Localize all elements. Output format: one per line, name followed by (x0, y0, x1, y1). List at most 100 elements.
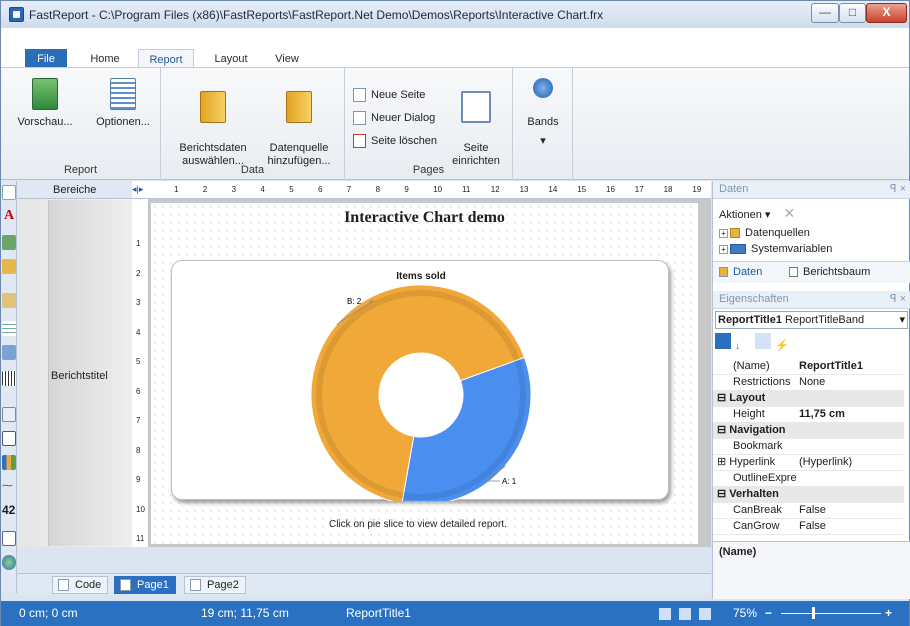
cellular-text-tool-icon[interactable] (2, 531, 16, 546)
ruler-mark: 5 (136, 357, 141, 366)
checkbox-tool-icon[interactable] (2, 431, 16, 446)
preview-button[interactable]: Vorschau... (13, 78, 77, 129)
delete-page-label: Seite löschen (371, 135, 438, 147)
page-setup-button[interactable]: Seite einrichten (445, 78, 507, 168)
ruler-toggle-icon[interactable]: ◂|▸ (132, 184, 143, 195)
tab-page2-label: Page2 (207, 579, 239, 591)
text-tool-icon[interactable]: A (2, 209, 16, 224)
pointer-tool-icon[interactable] (2, 185, 16, 200)
band-report-title[interactable]: Berichtstitel (48, 200, 132, 546)
zoom-out-button[interactable]: − (765, 606, 772, 620)
property-row[interactable]: Height 11,75 cm (713, 407, 904, 423)
view-grid-icon[interactable] (699, 608, 711, 620)
property-value[interactable]: None (799, 375, 825, 390)
bands-dropdown-arrow[interactable]: ▾ (521, 135, 565, 148)
report-hint-text[interactable]: Click on pie slice to view detailed repo… (329, 519, 507, 530)
vertical-ruler: 1 2 3 4 5 6 7 8 9 10 11 (132, 199, 149, 547)
tab-report-tree[interactable]: Berichtsbaum (789, 266, 870, 278)
pie-chart[interactable]: A: 1 B: 2 (172, 261, 670, 501)
delete-icon[interactable]: ✕ (783, 205, 795, 221)
bands-icon (533, 78, 553, 98)
cursor-position: 0 cm; 0 cm (19, 606, 78, 620)
property-row[interactable]: (Name) ReportTitle1 (713, 359, 904, 375)
options-button[interactable]: Optionen... (89, 78, 157, 129)
tab-code-label: Code (75, 579, 102, 591)
property-key: Bookmark (733, 440, 783, 452)
properties-icon[interactable] (755, 333, 771, 349)
categorized-icon[interactable] (715, 333, 731, 349)
ruler-mark: 18 (663, 185, 673, 194)
sort-alpha-icon[interactable]: ↓ (735, 341, 751, 357)
report-title-text[interactable]: Interactive Chart demo (151, 209, 698, 227)
property-value[interactable]: ReportTitle1 (799, 359, 863, 374)
data-panel-title: Daten (719, 183, 749, 195)
property-value[interactable]: False (799, 503, 826, 518)
ruler-mark: 15 (577, 185, 587, 194)
ruler-mark: 11 (136, 534, 145, 543)
property-category[interactable]: ⊟ Layout (713, 391, 904, 407)
panel-pin-close-icon[interactable]: ꟼ × (890, 291, 906, 308)
tab-page1[interactable]: Page1 (114, 576, 176, 594)
sparkline-tool-icon[interactable]: ⁓ (2, 479, 16, 494)
zoom-in-button[interactable]: + (885, 606, 892, 620)
tab-code[interactable]: Code (52, 576, 109, 594)
bands-button[interactable]: Bands ▾ (521, 78, 565, 148)
maximize-button[interactable]: □ (839, 3, 866, 23)
chevron-down-icon[interactable]: ▾ (899, 312, 905, 328)
new-page-button[interactable]: Neue Seite (353, 86, 425, 106)
ruler-mark: 1 (174, 185, 179, 194)
ruler-mark: 8 (136, 445, 141, 455)
tab-daten[interactable]: Daten (719, 266, 762, 278)
property-row[interactable]: ⊞ Hyperlink (Hyperlink) (713, 455, 904, 471)
property-row[interactable]: OutlineExpre (713, 471, 904, 487)
view-layout-icon[interactable] (659, 608, 671, 620)
report-page[interactable]: Interactive Chart demo Items sold A: 1 B:… (151, 203, 698, 544)
property-category[interactable]: ⊟ Navigation (713, 423, 904, 439)
zoom-slider-track[interactable] (781, 613, 881, 614)
add-datasource-button[interactable]: Datenquelle hinzufügen... (259, 78, 339, 168)
chart-object[interactable]: Items sold A: 1 B: 2 (171, 260, 670, 501)
props-panel-title: Eigenschaften (719, 293, 789, 305)
property-row[interactable]: CanGrow False (713, 519, 904, 535)
preview-label: Vorschau... (17, 116, 73, 128)
new-dialog-button[interactable]: Neuer Dialog (353, 109, 435, 129)
delete-page-button[interactable]: Seite löschen (353, 132, 437, 152)
table-tool-icon[interactable] (2, 321, 16, 336)
subreport-tool-icon[interactable] (2, 259, 16, 274)
chart-tool-icon[interactable] (2, 455, 16, 470)
property-value[interactable]: (Hyperlink) (799, 455, 852, 470)
property-value[interactable]: False (799, 519, 826, 534)
object-selector[interactable]: ReportTitle1 ReportTitleBand ▾ (715, 311, 908, 329)
picture-tool-icon[interactable] (2, 235, 16, 250)
database-check-icon (200, 91, 226, 123)
property-row[interactable]: CanBreak False (713, 503, 904, 519)
property-grid: (Name) ReportTitle1 Restrictions None ⊟ Layo… (713, 359, 904, 541)
barcode-tool-icon[interactable] (2, 371, 16, 386)
tree-item-sysvars[interactable]: + Systemvariablen (719, 243, 832, 255)
ruler-mark: 9 (404, 185, 409, 194)
ruler-mark: 1 (136, 239, 141, 248)
design-canvas: Interactive Chart demo Items sold A: 1 B:… (149, 199, 711, 547)
ruler-mark: 9 (136, 475, 141, 484)
report-group: Vorschau... Optionen... Report (1, 68, 161, 180)
zipcode-tool-icon[interactable]: 42 (2, 503, 16, 518)
property-value[interactable]: 11,75 cm (799, 407, 845, 422)
richtext-tool-icon[interactable] (2, 407, 16, 422)
property-category[interactable]: ⊟ Verhalten (713, 487, 904, 503)
view-page-icon[interactable] (679, 608, 691, 620)
minimize-button[interactable]: — (811, 3, 839, 23)
property-row[interactable]: Bookmark (713, 439, 904, 455)
band-tool-icon[interactable] (2, 293, 16, 308)
map-tool-icon[interactable] (2, 555, 16, 570)
select-report-data-button[interactable]: Berichtsdaten auswählen... (173, 78, 253, 168)
data-group: Berichtsdaten auswählen... Datenquelle h… (161, 68, 345, 180)
tab-page2[interactable]: Page2 (184, 576, 246, 594)
panel-pin-close-icon[interactable]: ꟼ × (890, 181, 906, 198)
tree-item-datasources[interactable]: + Datenquellen (719, 227, 810, 239)
actions-menu[interactable]: Aktionen ▾ ✕ (719, 205, 795, 222)
zoom-slider-thumb[interactable] (812, 607, 815, 619)
property-row[interactable]: Restrictions None (713, 375, 904, 391)
close-button[interactable]: X (866, 3, 907, 23)
events-icon[interactable]: ⚡ (775, 339, 791, 355)
matrix-tool-icon[interactable] (2, 345, 16, 360)
